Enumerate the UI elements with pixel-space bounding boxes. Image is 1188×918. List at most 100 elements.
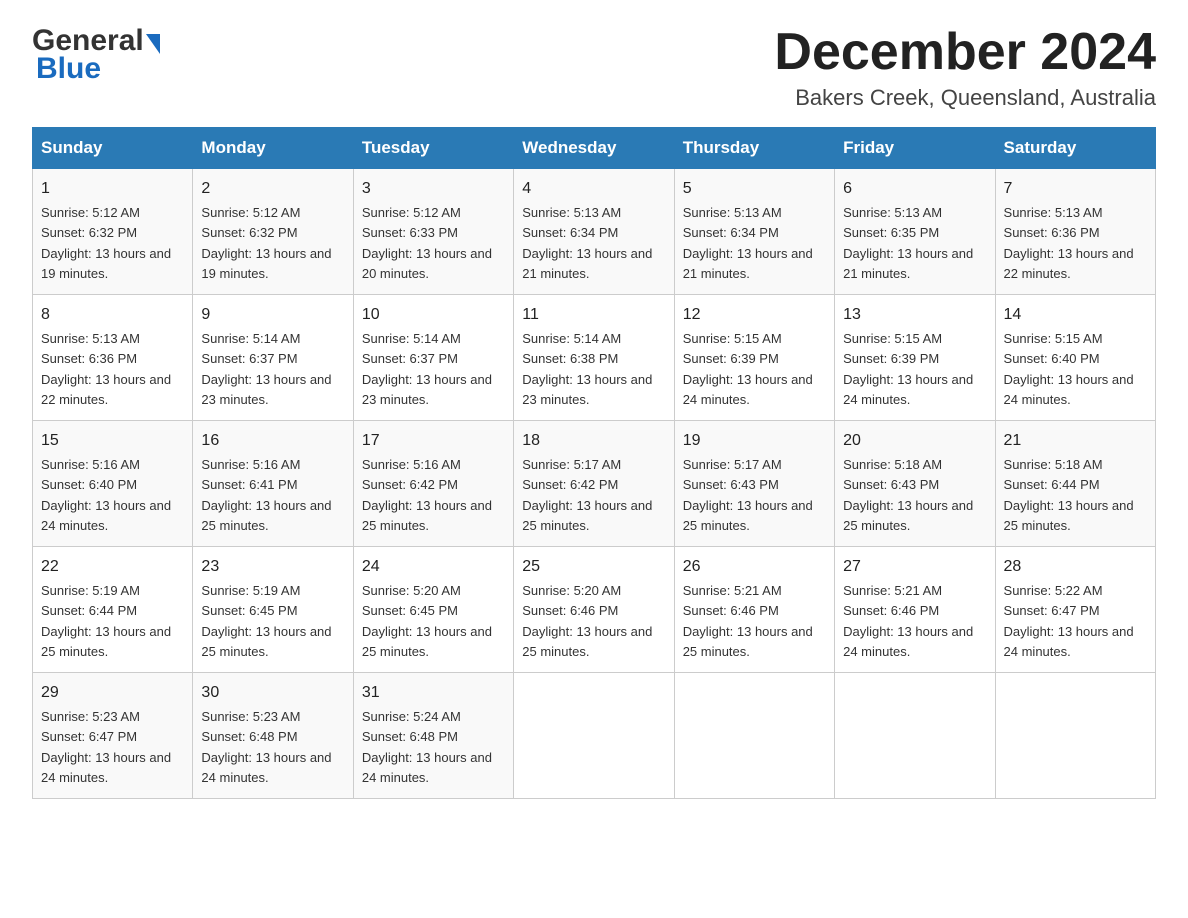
day-info: Sunrise: 5:20 AMSunset: 6:45 PMDaylight:… <box>362 583 492 659</box>
calendar-cell: 2 Sunrise: 5:12 AMSunset: 6:32 PMDaylight… <box>193 169 353 295</box>
day-number: 28 <box>1004 555 1147 579</box>
title-block: December 2024 Bakers Creek, Queensland, … <box>774 24 1156 111</box>
calendar-cell: 27 Sunrise: 5:21 AMSunset: 6:46 PMDayligh… <box>835 547 995 673</box>
header-tuesday: Tuesday <box>353 128 513 169</box>
day-info: Sunrise: 5:14 AMSunset: 6:38 PMDaylight:… <box>522 331 652 407</box>
day-number: 15 <box>41 429 184 453</box>
day-number: 24 <box>362 555 505 579</box>
day-info: Sunrise: 5:16 AMSunset: 6:41 PMDaylight:… <box>201 457 331 533</box>
day-info: Sunrise: 5:19 AMSunset: 6:44 PMDaylight:… <box>41 583 171 659</box>
month-title: December 2024 <box>774 24 1156 81</box>
calendar-cell: 28 Sunrise: 5:22 AMSunset: 6:47 PMDayligh… <box>995 547 1155 673</box>
day-number: 1 <box>41 177 184 201</box>
header-friday: Friday <box>835 128 995 169</box>
calendar-week-row: 8 Sunrise: 5:13 AMSunset: 6:36 PMDaylight… <box>33 295 1156 421</box>
header-saturday: Saturday <box>995 128 1155 169</box>
day-number: 23 <box>201 555 344 579</box>
day-number: 2 <box>201 177 344 201</box>
calendar-cell: 4 Sunrise: 5:13 AMSunset: 6:34 PMDaylight… <box>514 169 674 295</box>
day-info: Sunrise: 5:21 AMSunset: 6:46 PMDaylight:… <box>683 583 813 659</box>
calendar-cell: 11Sunrise: 5:14 AMSunset: 6:38 PMDayligh… <box>514 295 674 421</box>
day-number: 21 <box>1004 429 1147 453</box>
header-wednesday: Wednesday <box>514 128 674 169</box>
calendar-cell: 6 Sunrise: 5:13 AMSunset: 6:35 PMDaylight… <box>835 169 995 295</box>
day-info: Sunrise: 5:22 AMSunset: 6:47 PMDaylight:… <box>1004 583 1134 659</box>
calendar-cell: 15 Sunrise: 5:16 AMSunset: 6:40 PMDayligh… <box>33 421 193 547</box>
day-number: 12 <box>683 303 826 327</box>
header-monday: Monday <box>193 128 353 169</box>
calendar-cell: 14Sunrise: 5:15 AMSunset: 6:40 PMDayligh… <box>995 295 1155 421</box>
day-info: Sunrise: 5:14 AMSunset: 6:37 PMDaylight:… <box>362 331 492 407</box>
day-number: 27 <box>843 555 986 579</box>
calendar-cell: 13Sunrise: 5:15 AMSunset: 6:39 PMDayligh… <box>835 295 995 421</box>
day-info: Sunrise: 5:21 AMSunset: 6:46 PMDaylight:… <box>843 583 973 659</box>
day-number: 7 <box>1004 177 1147 201</box>
calendar-cell <box>674 673 834 799</box>
calendar-table: SundayMondayTuesdayWednesdayThursdayFrid… <box>32 127 1156 799</box>
day-info: Sunrise: 5:14 AMSunset: 6:37 PMDaylight:… <box>201 331 331 407</box>
day-number: 5 <box>683 177 826 201</box>
day-number: 9 <box>201 303 344 327</box>
day-number: 26 <box>683 555 826 579</box>
day-info: Sunrise: 5:13 AMSunset: 6:36 PMDaylight:… <box>41 331 171 407</box>
day-info: Sunrise: 5:16 AMSunset: 6:42 PMDaylight:… <box>362 457 492 533</box>
day-info: Sunrise: 5:20 AMSunset: 6:46 PMDaylight:… <box>522 583 652 659</box>
day-number: 25 <box>522 555 665 579</box>
calendar-cell: 8 Sunrise: 5:13 AMSunset: 6:36 PMDaylight… <box>33 295 193 421</box>
location-subtitle: Bakers Creek, Queensland, Australia <box>774 85 1156 111</box>
day-info: Sunrise: 5:13 AMSunset: 6:34 PMDaylight:… <box>683 205 813 281</box>
logo-triangle-icon <box>146 34 160 54</box>
calendar-cell: 18 Sunrise: 5:17 AMSunset: 6:42 PMDayligh… <box>514 421 674 547</box>
calendar-cell: 19 Sunrise: 5:17 AMSunset: 6:43 PMDayligh… <box>674 421 834 547</box>
day-number: 16 <box>201 429 344 453</box>
day-info: Sunrise: 5:19 AMSunset: 6:45 PMDaylight:… <box>201 583 331 659</box>
day-info: Sunrise: 5:23 AMSunset: 6:48 PMDaylight:… <box>201 709 331 785</box>
day-info: Sunrise: 5:12 AMSunset: 6:33 PMDaylight:… <box>362 205 492 281</box>
calendar-cell: 23 Sunrise: 5:19 AMSunset: 6:45 PMDayligh… <box>193 547 353 673</box>
calendar-cell: 12 Sunrise: 5:15 AMSunset: 6:39 PMDayligh… <box>674 295 834 421</box>
header-sunday: Sunday <box>33 128 193 169</box>
calendar-week-row: 1 Sunrise: 5:12 AMSunset: 6:32 PMDaylight… <box>33 169 1156 295</box>
calendar-week-row: 15 Sunrise: 5:16 AMSunset: 6:40 PMDayligh… <box>33 421 1156 547</box>
day-info: Sunrise: 5:13 AMSunset: 6:34 PMDaylight:… <box>522 205 652 281</box>
day-info: Sunrise: 5:18 AMSunset: 6:43 PMDaylight:… <box>843 457 973 533</box>
day-number: 6 <box>843 177 986 201</box>
calendar-cell: 3Sunrise: 5:12 AMSunset: 6:33 PMDaylight… <box>353 169 513 295</box>
day-number: 19 <box>683 429 826 453</box>
day-info: Sunrise: 5:12 AMSunset: 6:32 PMDaylight:… <box>201 205 331 281</box>
day-info: Sunrise: 5:12 AMSunset: 6:32 PMDaylight:… <box>41 205 171 281</box>
day-number: 4 <box>522 177 665 201</box>
calendar-cell: 22 Sunrise: 5:19 AMSunset: 6:44 PMDayligh… <box>33 547 193 673</box>
day-number: 30 <box>201 681 344 705</box>
day-info: Sunrise: 5:16 AMSunset: 6:40 PMDaylight:… <box>41 457 171 533</box>
day-number: 8 <box>41 303 184 327</box>
calendar-cell: 1 Sunrise: 5:12 AMSunset: 6:32 PMDaylight… <box>33 169 193 295</box>
day-number: 22 <box>41 555 184 579</box>
day-info: Sunrise: 5:15 AMSunset: 6:39 PMDaylight:… <box>843 331 973 407</box>
calendar-cell: 7 Sunrise: 5:13 AMSunset: 6:36 PMDaylight… <box>995 169 1155 295</box>
day-info: Sunrise: 5:13 AMSunset: 6:36 PMDaylight:… <box>1004 205 1134 281</box>
calendar-cell: 20Sunrise: 5:18 AMSunset: 6:43 PMDayligh… <box>835 421 995 547</box>
day-info: Sunrise: 5:24 AMSunset: 6:48 PMDaylight:… <box>362 709 492 785</box>
page-header: General Blue December 2024 Bakers Creek,… <box>32 24 1156 111</box>
day-number: 31 <box>362 681 505 705</box>
day-number: 17 <box>362 429 505 453</box>
calendar-week-row: 22 Sunrise: 5:19 AMSunset: 6:44 PMDayligh… <box>33 547 1156 673</box>
logo-blue-text: Blue <box>32 52 101 86</box>
calendar-cell: 29Sunrise: 5:23 AMSunset: 6:47 PMDayligh… <box>33 673 193 799</box>
calendar-cell: 30 Sunrise: 5:23 AMSunset: 6:48 PMDayligh… <box>193 673 353 799</box>
day-number: 18 <box>522 429 665 453</box>
day-number: 10 <box>362 303 505 327</box>
calendar-cell <box>995 673 1155 799</box>
calendar-cell: 17 Sunrise: 5:16 AMSunset: 6:42 PMDayligh… <box>353 421 513 547</box>
calendar-cell: 25 Sunrise: 5:20 AMSunset: 6:46 PMDayligh… <box>514 547 674 673</box>
day-info: Sunrise: 5:15 AMSunset: 6:39 PMDaylight:… <box>683 331 813 407</box>
day-info: Sunrise: 5:17 AMSunset: 6:43 PMDaylight:… <box>683 457 813 533</box>
calendar-cell: 24 Sunrise: 5:20 AMSunset: 6:45 PMDayligh… <box>353 547 513 673</box>
calendar-cell: 21Sunrise: 5:18 AMSunset: 6:44 PMDayligh… <box>995 421 1155 547</box>
day-info: Sunrise: 5:17 AMSunset: 6:42 PMDaylight:… <box>522 457 652 533</box>
calendar-cell: 5 Sunrise: 5:13 AMSunset: 6:34 PMDaylight… <box>674 169 834 295</box>
header-thursday: Thursday <box>674 128 834 169</box>
calendar-cell: 9 Sunrise: 5:14 AMSunset: 6:37 PMDaylight… <box>193 295 353 421</box>
day-info: Sunrise: 5:13 AMSunset: 6:35 PMDaylight:… <box>843 205 973 281</box>
